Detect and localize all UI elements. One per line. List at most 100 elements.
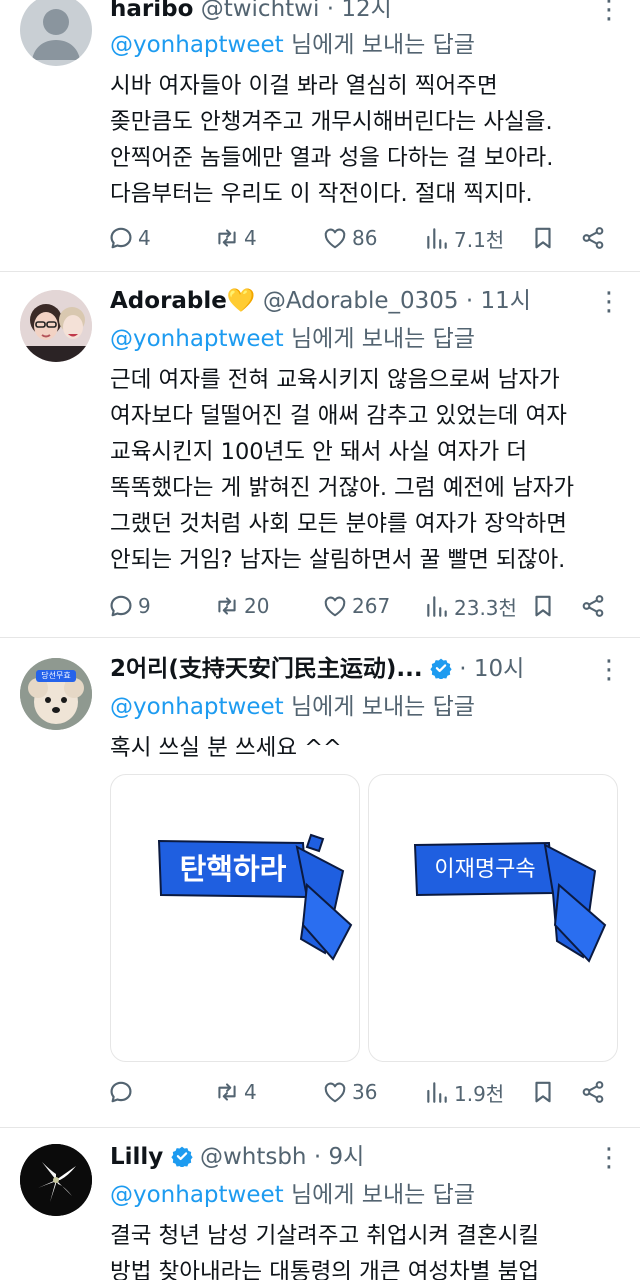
separator: ·	[313, 1144, 322, 1170]
reply-button[interactable]: 4	[108, 220, 151, 256]
default-avatar-icon	[32, 9, 80, 60]
user-handle[interactable]: @twichtwi	[201, 0, 320, 22]
media-image-1[interactable]: 탄핵하라	[110, 774, 360, 1062]
tweet-text-line: 그랬던 것처럼 사회 모든 분야를 여자가 장악하면	[110, 511, 567, 537]
views-button[interactable]: 1.9천	[424, 1074, 504, 1110]
tweet-text-line: 똑똑했다는 게 밝혀진 거잖아. 그럼 예전에 남자가	[110, 475, 575, 501]
separator: ·	[465, 288, 474, 314]
reply-icon	[108, 1079, 134, 1105]
avatar[interactable]	[20, 0, 92, 66]
more-icon[interactable]: ⋮	[596, 289, 622, 328]
tweet-text-line: 근데 여자를 전혀 교육시키지 않음으로써 남자가	[110, 367, 560, 393]
tweet-text: 혹시 쓰실 분 쓰세요 ^^	[110, 730, 620, 766]
profile-photo	[20, 290, 92, 362]
like-count: 36	[352, 1080, 378, 1104]
retweet-count: 4	[244, 226, 257, 250]
reply-mention-link[interactable]: @yonhaptweet	[110, 32, 284, 58]
bookmark-button[interactable]	[530, 588, 556, 624]
scarf-label: 이재명구속	[434, 857, 536, 882]
bookmark-icon	[530, 593, 556, 619]
reply-to-suffix: 님에게 보내는 답글	[283, 326, 475, 352]
tweet-text: 근데 여자를 전혀 교육시키지 않음으로써 남자가 여자보다 덜떨어진 걸 애써…	[110, 362, 620, 578]
share-button[interactable]	[580, 588, 606, 624]
avatar-badge-text: 당선무효	[41, 671, 71, 680]
timestamp[interactable]: 9시	[328, 1144, 364, 1170]
reply-button[interactable]	[108, 1074, 138, 1110]
user-handle[interactable]: @whtsbh	[200, 1144, 307, 1170]
avatar[interactable]	[20, 1144, 92, 1216]
avatar[interactable]	[20, 290, 92, 362]
display-name[interactable]: Adorable	[110, 288, 227, 314]
timestamp[interactable]: 12시	[341, 0, 391, 22]
like-count: 267	[352, 594, 391, 618]
separator: ·	[459, 656, 467, 682]
share-icon	[580, 225, 606, 251]
views-icon	[424, 593, 450, 619]
display-name[interactable]: 2어리(支持天安门民主运动)...	[110, 656, 423, 682]
blue-scarf-image	[157, 833, 353, 961]
action-bar: 4 4 86 7.1천	[108, 220, 612, 256]
display-name[interactable]: Lilly	[110, 1144, 163, 1170]
tweet-header: 2어리(支持天安门民主运动)... · 10시	[110, 654, 590, 684]
bookmark-icon	[530, 1079, 556, 1105]
retweet-button[interactable]: 4	[214, 220, 257, 256]
like-count: 86	[352, 226, 378, 250]
tweet-text-line: 시바 여자들아 이걸 봐라 열심히 찍어주면	[110, 73, 498, 99]
retweet-button[interactable]: 20	[214, 588, 269, 624]
bookmark-button[interactable]	[530, 220, 556, 256]
action-bar: 4 36 1.9천	[108, 1074, 612, 1110]
tweet-text-line: 결국 청년 남성 기살려주고 취업시켜 결혼시킬	[110, 1223, 540, 1249]
like-button[interactable]: 36	[322, 1074, 377, 1110]
bookmark-button[interactable]	[530, 1074, 556, 1110]
like-button[interactable]: 86	[322, 220, 377, 256]
reply-mention-link[interactable]: @yonhaptweet	[110, 694, 284, 720]
like-icon	[322, 225, 348, 251]
share-icon	[580, 593, 606, 619]
bookmark-icon	[530, 225, 556, 251]
like-button[interactable]: 267	[322, 588, 390, 624]
tweet-text-line: 방법 찾아내라는 대통령의 개큰 여성차별 붐업	[110, 1259, 540, 1280]
tweet-3[interactable]: 당선무효 2어리(支持天安门民主运动)... · 10시 ⋮ @yonhaptw…	[0, 638, 640, 1128]
tweet-text-line: 다음부터는 우리도 이 작전이다. 절대 찍지마.	[110, 181, 533, 207]
avatar[interactable]: 당선무효	[20, 658, 92, 730]
share-button[interactable]	[580, 220, 606, 256]
share-icon	[580, 1079, 606, 1105]
more-icon[interactable]: ⋮	[596, 657, 622, 696]
like-icon	[322, 593, 348, 619]
verified-icon	[430, 657, 452, 679]
timestamp[interactable]: 10시	[474, 656, 524, 682]
reply-to-suffix: 님에게 보내는 답글	[283, 32, 475, 58]
retweet-count: 20	[244, 594, 270, 618]
tweet-text-line: 좆만큼도 안챙겨주고 개무시해버린다는 사실을.	[110, 109, 553, 135]
tweet-text-line: 안찍어준 놈들에만 열과 성을 다하는 걸 보아라.	[110, 145, 554, 171]
tweet-text-line: 안되는 거임? 남자는 살림하면서 꿀 빨면 되잖아.	[110, 547, 566, 573]
more-icon[interactable]: ⋮	[596, 0, 622, 36]
display-name[interactable]: haribo	[110, 0, 193, 22]
tweet-text-line: 여자보다 덜떨어진 걸 애써 감추고 있었는데 여자	[110, 403, 567, 429]
retweet-button[interactable]: 4	[214, 1074, 257, 1110]
views-button[interactable]: 7.1천	[424, 220, 504, 256]
reply-button[interactable]: 9	[108, 588, 151, 624]
tweet-text-line: 혹시 쓰실 분 쓰세요 ^^	[110, 735, 342, 761]
reply-icon	[108, 225, 134, 251]
timestamp[interactable]: 11시	[481, 288, 531, 314]
tweet-2[interactable]: Adorable💛 @Adorable_0305 · 11시 ⋮ @yonhap…	[0, 272, 640, 638]
share-button[interactable]	[580, 1074, 606, 1110]
retweet-icon	[214, 1079, 240, 1105]
reply-mention-link[interactable]: @yonhaptweet	[110, 1182, 284, 1208]
reply-to-line: @yonhaptweet 님에게 보내는 답글	[110, 324, 475, 354]
reply-mention-link[interactable]: @yonhaptweet	[110, 326, 284, 352]
views-button[interactable]: 23.3천	[424, 588, 517, 624]
tweet-text-line: 교육시킨지 100년도 안 돼서 사실 여자가 더	[110, 439, 528, 465]
views-icon	[424, 1079, 450, 1105]
media-grid: 탄핵하라 이재명구속	[110, 774, 620, 1062]
user-handle[interactable]: @Adorable_0305	[263, 288, 459, 314]
tweet-text: 결국 청년 남성 기살려주고 취업시켜 결혼시킬 방법 찾아내라는 대통령의 개…	[110, 1218, 620, 1280]
tweet-1[interactable]: haribo @twichtwi · 12시 ⋮ @yonhaptweet 님에…	[0, 0, 640, 272]
tweet-4[interactable]: Lilly @whtsbh · 9시 ⋮ @yonhaptweet 님에게 보내…	[0, 1128, 640, 1280]
media-image-2[interactable]: 이재명구속	[368, 774, 618, 1062]
reply-to-line: @yonhaptweet 님에게 보내는 답글	[110, 1180, 475, 1210]
more-icon[interactable]: ⋮	[596, 1145, 622, 1184]
separator: ·	[326, 0, 334, 22]
views-icon	[424, 225, 450, 251]
